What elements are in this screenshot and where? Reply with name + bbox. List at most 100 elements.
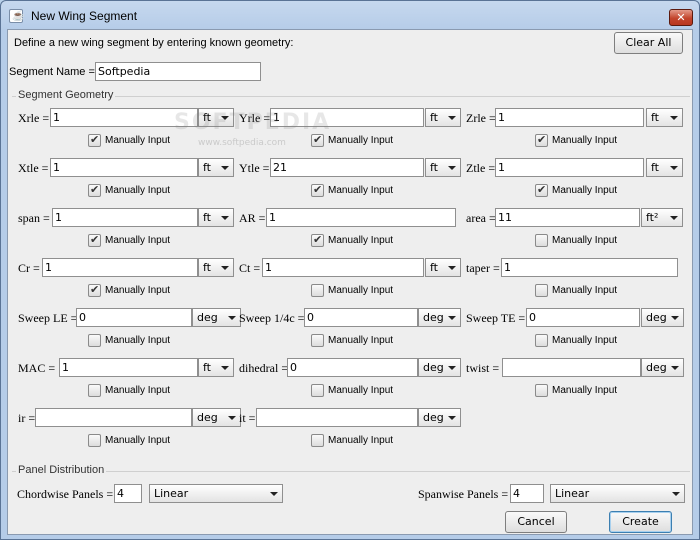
xtle-unit-select[interactable]: ft (198, 158, 234, 177)
create-button[interactable]: Create (609, 511, 672, 533)
ztle-unit-select[interactable]: ft (646, 158, 683, 177)
dialog-content: Define a new wing segment by entering kn… (7, 29, 693, 535)
chevron-down-icon (671, 316, 679, 320)
chevron-down-icon (221, 216, 229, 220)
area-label: area = (466, 211, 496, 225)
check-mark-icon: ✔ (313, 183, 323, 196)
checkbox-unchecked-icon[interactable]: ✔ (311, 334, 324, 347)
checkbox-unchecked-icon[interactable]: ✔ (535, 234, 548, 247)
ir-unit-select[interactable]: deg (192, 408, 241, 427)
cancel-button[interactable]: Cancel (505, 511, 567, 533)
ct-unit-select[interactable]: ft (425, 258, 461, 277)
span-unit-select[interactable]: ft (198, 208, 234, 227)
check-mark-icon: ✔ (90, 183, 100, 196)
xtle-input[interactable]: 1 (50, 158, 198, 177)
checkbox-unchecked-icon[interactable]: ✔ (88, 384, 101, 397)
manual-input-label: Manually Input (105, 435, 171, 446)
cr-input[interactable]: 1 (42, 258, 198, 277)
close-button[interactable]: ✕ (669, 9, 693, 26)
sweep-te-input[interactable]: 0 (526, 308, 640, 327)
checkbox-unchecked-icon[interactable]: ✔ (311, 434, 324, 447)
checkbox-unchecked-icon[interactable]: ✔ (535, 284, 548, 297)
softpedia-watermark: SOFTPEDIA (174, 110, 332, 135)
ytle-unit-value: ft (430, 161, 438, 174)
checkbox-checked-icon[interactable]: ✔ (311, 133, 324, 147)
spanwise-panels-input[interactable]: 4 (510, 484, 544, 503)
span-input[interactable]: 1 (52, 208, 198, 227)
twist-input[interactable] (502, 358, 641, 377)
checkbox-unchecked-icon[interactable]: ✔ (311, 284, 324, 297)
yrle-unit-select[interactable]: ft (425, 108, 461, 127)
sweep-le-unit-select[interactable]: deg (192, 308, 241, 327)
checkbox-unchecked-icon[interactable]: ✔ (88, 434, 101, 447)
spanwise-distribution-select[interactable]: Linear (550, 484, 685, 503)
dihedral-input[interactable]: 0 (287, 358, 418, 377)
zrle-unit-select[interactable]: ft (646, 108, 683, 127)
mac-input[interactable]: 1 (59, 358, 198, 377)
chevron-down-icon (670, 216, 678, 220)
sweep-1-4c-label: Sweep 1/4c = (239, 311, 305, 325)
java-app-icon: ☕ (9, 9, 24, 23)
segment-name-label: Segment Name = (9, 66, 95, 78)
checkbox-unchecked-icon[interactable]: ✔ (311, 384, 324, 397)
check-mark-icon: ✔ (537, 183, 547, 196)
ztle-input[interactable]: 1 (495, 158, 644, 177)
spanwise-distribution-value: Linear (555, 487, 590, 500)
area-unit-select[interactable]: ft² (641, 208, 683, 227)
mac-unit-value: ft (203, 361, 211, 374)
checkbox-checked-icon[interactable]: ✔ (88, 283, 101, 297)
sweep-te-unit-value: deg (646, 311, 667, 324)
xtle-unit-value: ft (203, 161, 211, 174)
ct-input[interactable]: 1 (262, 258, 424, 277)
checkbox-checked-icon[interactable]: ✔ (88, 133, 101, 147)
spanwise-panels-label: Spanwise Panels = (418, 487, 509, 501)
ytle-unit-select[interactable]: ft (425, 158, 461, 177)
manual-input-label: Manually Input (105, 235, 171, 246)
it-unit-select[interactable]: deg (418, 408, 461, 427)
dihedral-unit-value: deg (423, 361, 444, 374)
manual-input-label: Manually Input (552, 385, 618, 396)
chordwise-panels-label: Chordwise Panels = (17, 487, 114, 501)
xtle-label: Xtle = (18, 161, 49, 175)
zrle-input[interactable]: 1 (495, 108, 644, 127)
checkbox-checked-icon[interactable]: ✔ (88, 183, 101, 197)
taper-input[interactable]: 1 (501, 258, 678, 277)
chevron-down-icon (228, 316, 236, 320)
checkbox-unchecked-icon[interactable]: ✔ (88, 334, 101, 347)
it-input[interactable] (256, 408, 418, 427)
geometry-group-title: Segment Geometry (16, 89, 116, 101)
ytle-input[interactable]: 21 (270, 158, 424, 177)
title-bar[interactable]: ☕ New Wing Segment ✕ (1, 1, 699, 29)
checkbox-unchecked-icon[interactable]: ✔ (535, 384, 548, 397)
sweep-te-unit-select[interactable]: deg (641, 308, 684, 327)
sweep-1-4c-input[interactable]: 0 (304, 308, 418, 327)
ar-input[interactable]: 1 (266, 208, 456, 227)
dihedral-unit-select[interactable]: deg (418, 358, 461, 377)
sweep-1-4c-unit-select[interactable]: deg (418, 308, 461, 327)
checkbox-unchecked-icon[interactable]: ✔ (535, 334, 548, 347)
clear-all-button[interactable]: Clear All (614, 32, 683, 54)
chordwise-panels-input[interactable]: 4 (114, 484, 142, 503)
chevron-down-icon (448, 366, 456, 370)
checkbox-checked-icon[interactable]: ✔ (88, 233, 101, 247)
sweep-le-input[interactable]: 0 (76, 308, 192, 327)
twist-unit-select[interactable]: deg (641, 358, 684, 377)
area-input[interactable]: 11 (495, 208, 640, 227)
manual-input-label: Manually Input (105, 135, 171, 146)
checkbox-checked-icon[interactable]: ✔ (535, 183, 548, 197)
check-mark-icon: ✔ (90, 233, 100, 246)
cr-unit-select[interactable]: ft (198, 258, 234, 277)
manual-input-label: Manually Input (105, 285, 171, 296)
ytle-label: Ytle = (239, 161, 270, 175)
segment-name-input[interactable]: Softpedia (95, 62, 261, 81)
mac-unit-select[interactable]: ft (198, 358, 234, 377)
checkbox-checked-icon[interactable]: ✔ (535, 133, 548, 147)
checkbox-checked-icon[interactable]: ✔ (311, 183, 324, 197)
ir-input[interactable] (35, 408, 192, 427)
chordwise-distribution-select[interactable]: Linear (149, 484, 283, 503)
manual-input-label: Manually Input (105, 385, 171, 396)
ct-label: Ct = (239, 261, 261, 275)
checkbox-checked-icon[interactable]: ✔ (311, 233, 324, 247)
check-mark-icon: ✔ (313, 233, 323, 246)
check-mark-icon: ✔ (90, 133, 100, 146)
